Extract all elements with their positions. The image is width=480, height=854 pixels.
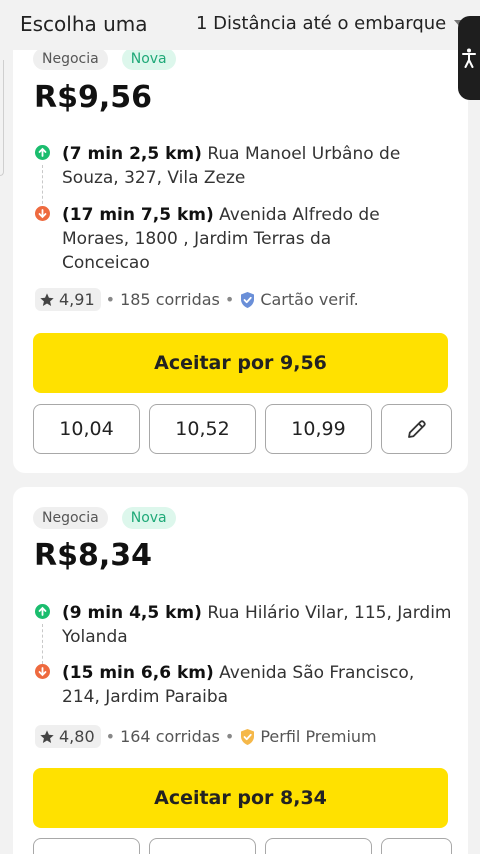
ride-price: R$9,56 bbox=[34, 80, 152, 115]
counter-offer-button[interactable] bbox=[265, 838, 372, 854]
dropoff-address-cont: Moraes, 1800 , Jardim Terras da bbox=[62, 229, 332, 249]
passenger-meta: 4,80 • 164 corridas • Perfil Premium bbox=[35, 725, 377, 748]
accessibility-button[interactable] bbox=[458, 16, 480, 100]
counter-offers bbox=[33, 838, 452, 854]
verification-label: Cartão verif. bbox=[260, 290, 359, 309]
pickup-time: (9 min 4,5 km) bbox=[62, 603, 202, 623]
ride-request-card[interactable]: Negocia Nova R$8,34 (9 min 4,5 km) Rua H… bbox=[13, 487, 468, 854]
pickup-address: Rua Manoel Urbâno de bbox=[207, 144, 401, 164]
passenger-meta: 4,91 • 185 corridas • Cartão verif. bbox=[35, 288, 359, 311]
accessibility-icon bbox=[462, 48, 476, 68]
dropoff-address: Avenida Alfredo de bbox=[219, 205, 380, 225]
rating-value: 4,91 bbox=[59, 290, 95, 309]
dropoff-arrow-icon bbox=[35, 206, 50, 221]
pickup-time: (7 min 2,5 km) bbox=[62, 144, 202, 164]
separator-dot: • bbox=[105, 727, 116, 746]
separator-dot: • bbox=[224, 290, 235, 309]
dropoff-address-cont: 214, Jardim Paraiba bbox=[62, 687, 229, 707]
accept-button[interactable]: Aceitar por 9,56 bbox=[33, 333, 448, 393]
rides-count: 185 corridas bbox=[120, 290, 220, 309]
dropoff-stop: (17 min 7,5 km) Avenida Alfredo de Moraes… bbox=[35, 203, 455, 275]
pencil-icon bbox=[407, 420, 426, 438]
pickup-address-cont: Yolanda bbox=[62, 627, 128, 647]
ride-price: R$8,34 bbox=[34, 538, 152, 573]
dropoff-arrow-icon bbox=[35, 664, 50, 679]
sort-dropdown[interactable]: 1 Distância até o embarque bbox=[196, 13, 467, 34]
separator-dot: • bbox=[105, 290, 116, 309]
pickup-address-cont: Souza, 327, Vila Zeze bbox=[62, 168, 246, 188]
counter-offer-button[interactable] bbox=[149, 838, 256, 854]
star-icon bbox=[40, 292, 54, 306]
counter-offers: 10,04 10,52 10,99 bbox=[33, 404, 452, 454]
dropoff-stop: (15 min 6,6 km) Avenida São Francisco, 21… bbox=[35, 661, 455, 709]
dropoff-address: Avenida São Francisco, bbox=[219, 663, 415, 683]
ride-request-card[interactable]: Negocia Nova R$9,56 (7 min 2,5 km) Rua M… bbox=[13, 0, 468, 473]
scroll-edge bbox=[0, 60, 4, 176]
negotiate-badge: Negocia bbox=[33, 48, 108, 70]
shield-check-icon bbox=[241, 291, 255, 308]
counter-offer-button[interactable]: 10,52 bbox=[149, 404, 256, 454]
page-title: Escolha uma bbox=[20, 12, 148, 36]
dropoff-time: (15 min 6,6 km) bbox=[62, 663, 214, 683]
pickup-stop: (9 min 4,5 km) Rua Hilário Vilar, 115, J… bbox=[35, 601, 455, 649]
rating-chip: 4,91 bbox=[35, 288, 101, 311]
pickup-arrow-icon bbox=[35, 604, 50, 619]
counter-offer-button[interactable] bbox=[33, 838, 140, 854]
pickup-arrow-icon bbox=[35, 145, 50, 160]
top-bar: Escolha uma 1 Distância até o embarque bbox=[0, 0, 480, 50]
negotiate-badge: Negocia bbox=[33, 507, 108, 529]
pickup-address: Rua Hilário Vilar, 115, Jardim bbox=[207, 603, 452, 623]
pickup-stop: (7 min 2,5 km) Rua Manoel Urbâno de Souza… bbox=[35, 142, 455, 190]
sort-dropdown-label: 1 Distância até o embarque bbox=[196, 13, 447, 34]
star-icon bbox=[40, 729, 54, 743]
counter-offer-button[interactable]: 10,99 bbox=[265, 404, 372, 454]
new-badge: Nova bbox=[121, 507, 176, 529]
dropoff-address-cont2: Conceicao bbox=[62, 253, 150, 273]
edit-offer-button[interactable] bbox=[381, 404, 452, 454]
rides-count: 164 corridas bbox=[120, 727, 220, 746]
counter-offer-button[interactable]: 10,04 bbox=[33, 404, 140, 454]
accept-button[interactable]: Aceitar por 8,34 bbox=[33, 768, 448, 828]
verification-label: Perfil Premium bbox=[260, 727, 377, 746]
rating-value: 4,80 bbox=[59, 727, 95, 746]
new-badge: Nova bbox=[121, 48, 176, 70]
edit-offer-button[interactable] bbox=[381, 838, 452, 854]
premium-badge-icon bbox=[241, 728, 255, 745]
dropoff-time: (17 min 7,5 km) bbox=[62, 205, 214, 225]
rating-chip: 4,80 bbox=[35, 725, 101, 748]
separator-dot: • bbox=[224, 727, 235, 746]
